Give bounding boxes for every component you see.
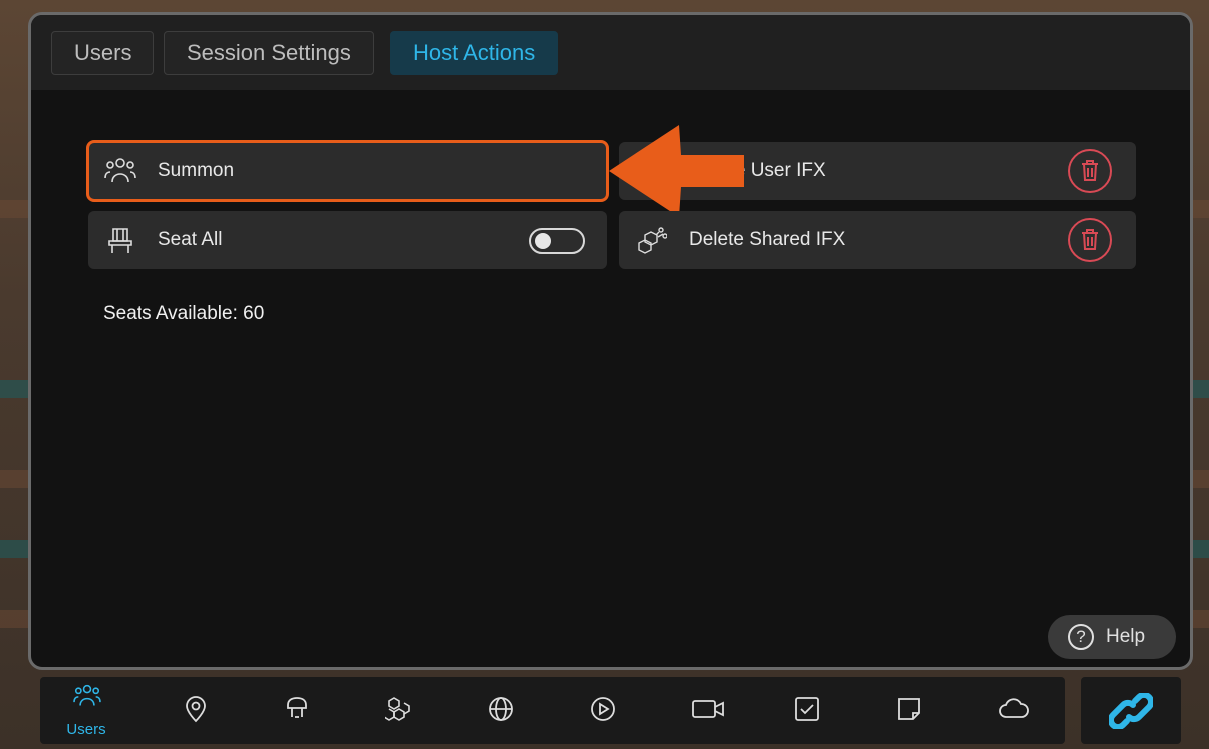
users-icon bbox=[73, 684, 101, 706]
tab-users[interactable]: Users bbox=[51, 31, 155, 75]
cloud-icon bbox=[999, 698, 1029, 718]
help-button[interactable]: ? Help bbox=[1048, 615, 1176, 659]
users-icon bbox=[104, 158, 136, 183]
avatar-icon bbox=[287, 697, 307, 718]
seat-all-label: Seat All bbox=[158, 229, 223, 250]
toolbar-video[interactable] bbox=[658, 677, 750, 744]
location-pin-icon bbox=[186, 696, 206, 723]
seats-available: Seats Available: 60 bbox=[103, 303, 265, 324]
delete-shared-ifx-button[interactable]: Delete Shared IFX bbox=[619, 211, 1136, 269]
bottom-toolbar: Users bbox=[40, 677, 1065, 744]
sticky-note-icon bbox=[898, 698, 920, 720]
tab-host-actions[interactable]: Host Actions bbox=[390, 31, 559, 75]
help-label: Help bbox=[1106, 626, 1146, 647]
trash-icon[interactable] bbox=[1068, 218, 1112, 262]
toolbar-play[interactable] bbox=[556, 677, 648, 744]
play-icon bbox=[591, 697, 615, 721]
arrow-annotation bbox=[609, 125, 744, 217]
summon-label: Summon bbox=[158, 160, 235, 181]
toolbar-checkbox[interactable] bbox=[760, 677, 852, 744]
host-panel: Users Session Settings Host Actions Summ… bbox=[28, 12, 1193, 670]
toolbar-note[interactable] bbox=[862, 677, 954, 744]
toolbar-objects[interactable] bbox=[352, 677, 444, 744]
checkbox-icon bbox=[795, 697, 819, 721]
toolbar-cloud[interactable] bbox=[964, 677, 1056, 744]
seat-all-row: Seat All bbox=[88, 211, 607, 269]
delete-shared-ifx-label: Delete Shared IFX bbox=[689, 229, 846, 250]
toolbar-users-label: Users bbox=[66, 721, 106, 738]
toolbar-location[interactable] bbox=[150, 677, 242, 744]
video-camera-icon bbox=[692, 700, 724, 718]
seat-all-toggle[interactable] bbox=[529, 228, 585, 254]
link-button[interactable] bbox=[1081, 677, 1181, 744]
tab-session-settings[interactable]: Session Settings bbox=[164, 31, 374, 75]
toolbar-users[interactable]: Users bbox=[40, 677, 132, 744]
toolbar-globe[interactable] bbox=[454, 677, 546, 744]
toolbar-avatar[interactable] bbox=[250, 677, 342, 744]
trash-icon[interactable] bbox=[1068, 149, 1112, 193]
globe-icon bbox=[489, 697, 513, 721]
question-icon: ? bbox=[1068, 624, 1094, 650]
tab-bar: Users Session Settings Host Actions bbox=[31, 15, 1190, 90]
summon-button[interactable]: Summon bbox=[86, 140, 609, 202]
link-icon bbox=[1109, 693, 1153, 729]
shared-objects-icon bbox=[638, 227, 667, 254]
objects-icon bbox=[385, 697, 410, 721]
chair-icon bbox=[108, 228, 132, 253]
